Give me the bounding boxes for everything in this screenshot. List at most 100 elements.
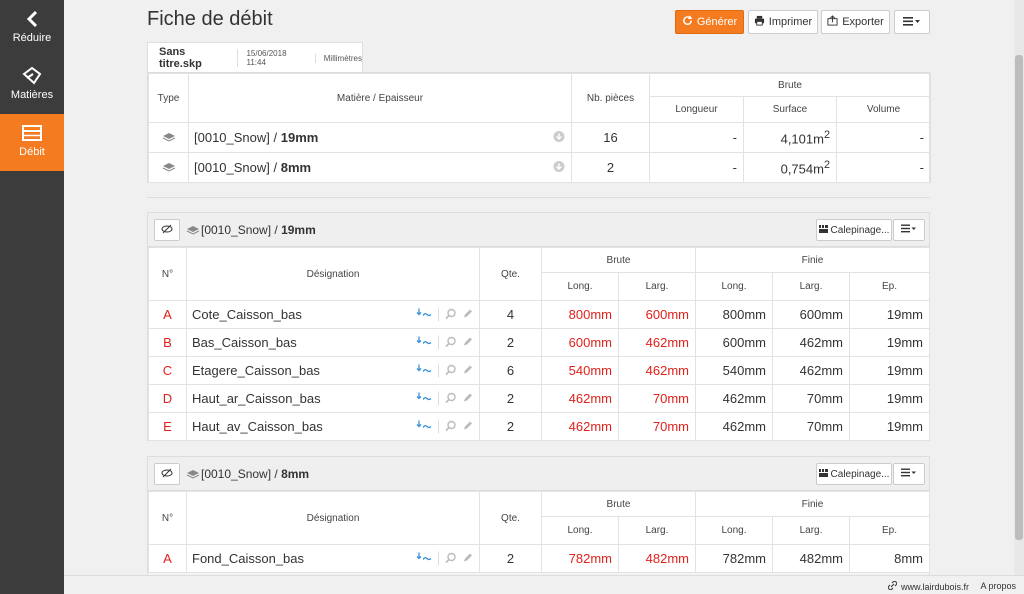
search-icon[interactable] bbox=[445, 335, 456, 350]
search-icon[interactable] bbox=[445, 363, 456, 378]
group-thickness: 19mm bbox=[281, 223, 316, 237]
row-id: A bbox=[148, 544, 187, 573]
hand-pointer-icon[interactable] bbox=[416, 307, 432, 322]
print-label: Imprimer bbox=[768, 16, 813, 28]
pencil-icon[interactable] bbox=[462, 391, 473, 406]
layer-icon bbox=[148, 122, 189, 153]
group-title: [0010_Snow] / bbox=[201, 223, 282, 237]
fin-larg-value: 462mm bbox=[772, 328, 850, 357]
fin-long-value: 462mm bbox=[695, 412, 773, 441]
col-raw: Brute bbox=[541, 491, 696, 517]
col-pieces: Nb. pièces bbox=[571, 73, 650, 123]
col-designation: Désignation bbox=[186, 491, 480, 545]
pencil-icon[interactable] bbox=[462, 419, 473, 434]
ep-value: 19mm bbox=[849, 384, 930, 413]
col-material: Matière / Epaisseur bbox=[188, 73, 572, 123]
search-icon[interactable] bbox=[445, 551, 456, 566]
part-name: Bas_Caisson_bas bbox=[192, 335, 297, 350]
footer: www.lairdubois.fr A propos bbox=[64, 575, 1024, 594]
website-link-text: www.lairdubois.fr bbox=[900, 581, 969, 592]
print-button[interactable]: Imprimer bbox=[748, 10, 818, 34]
part-name: Cote_Caisson_bas bbox=[192, 307, 302, 322]
page-title: Fiche de débit bbox=[147, 8, 273, 30]
col-ep: Ep. bbox=[849, 272, 930, 301]
search-icon[interactable] bbox=[445, 307, 456, 322]
raw-larg-value: 70mm bbox=[618, 384, 696, 413]
table-row[interactable]: C Etagere_Caisson_bas 6 540mm 462mm 540mm 462m… bbox=[148, 356, 930, 385]
table-row[interactable]: A Cote_Caisson_bas 4 800mm 600mm 800mm 600mm 19… bbox=[148, 300, 930, 329]
fin-larg-value: 70mm bbox=[772, 384, 850, 413]
group-header: [0010_Snow] / 19mm Calepinage... bbox=[148, 213, 929, 247]
scrollbar-thumb[interactable] bbox=[1015, 55, 1023, 540]
group-title: [0010_Snow] / bbox=[201, 467, 282, 481]
group-menu-button[interactable] bbox=[893, 463, 925, 485]
surface-unit-sup: 2 bbox=[823, 128, 830, 141]
raw-larg-value: 482mm bbox=[618, 544, 696, 573]
tab-file[interactable]: Sans titre.skp 15/06/2018 11:44 Millimèt… bbox=[147, 42, 363, 73]
qty-value: 4 bbox=[479, 300, 542, 329]
search-icon[interactable] bbox=[445, 391, 456, 406]
raw-long-value: 782mm bbox=[541, 544, 619, 573]
menu-button[interactable] bbox=[894, 10, 930, 34]
table-row[interactable]: A Fond_Caisson_bas 2 782mm 482mm 782mm 482mm 8m… bbox=[148, 544, 930, 573]
calepinage-label: Calepinage... bbox=[830, 224, 890, 236]
pencil-icon[interactable] bbox=[462, 307, 473, 322]
group-menu-button[interactable] bbox=[893, 219, 925, 241]
eye-slash-icon bbox=[161, 468, 173, 481]
arrow-down-circle-icon[interactable] bbox=[553, 160, 565, 175]
fin-long-value: 800mm bbox=[695, 300, 773, 329]
search-icon[interactable] bbox=[445, 419, 456, 434]
table-row[interactable]: E Haut_av_Caisson_bas 2 462mm 70mm 462mm 70mm 1… bbox=[148, 412, 930, 441]
sidebar-item-debit[interactable]: Débit bbox=[0, 114, 64, 171]
fin-long-value: 600mm bbox=[695, 328, 773, 357]
sidebar-item-matieres[interactable]: Matières bbox=[0, 57, 64, 114]
group-8mm: [0010_Snow] / 8mm Calepinage... N° Désig… bbox=[147, 456, 930, 575]
group-19mm: [0010_Snow] / 19mm Calepinage... N° Dési… bbox=[147, 212, 930, 441]
volume-value: - bbox=[835, 152, 932, 183]
hand-pointer-icon[interactable] bbox=[416, 419, 432, 434]
raw-long-value: 462mm bbox=[541, 412, 619, 441]
table-row[interactable]: [0010_Snow] / 8mm 2 - 0,754m2 - bbox=[148, 152, 932, 183]
pencil-icon[interactable] bbox=[462, 551, 473, 566]
col-qty: Qte. bbox=[479, 491, 542, 545]
length-value: - bbox=[649, 152, 744, 183]
toggle-visibility-button[interactable] bbox=[154, 463, 180, 485]
generate-button[interactable]: Générer bbox=[675, 10, 744, 34]
hand-pointer-icon[interactable] bbox=[416, 335, 432, 350]
toggle-visibility-button[interactable] bbox=[154, 219, 180, 241]
col-raw-long: Long. bbox=[541, 272, 619, 301]
hamburger-icon bbox=[901, 468, 917, 480]
export-button[interactable]: Exporter bbox=[821, 10, 890, 34]
arrow-down-circle-icon[interactable] bbox=[553, 130, 565, 145]
chevron-left-icon bbox=[0, 8, 64, 30]
hand-pointer-icon[interactable] bbox=[416, 551, 432, 566]
ep-value: 19mm bbox=[849, 328, 930, 357]
col-finished: Finie bbox=[695, 491, 930, 517]
table-row[interactable]: B Bas_Caisson_bas 2 600mm 462mm 600mm 462mm 19m… bbox=[148, 328, 930, 357]
layer-icon bbox=[148, 152, 189, 183]
calepinage-button[interactable]: Calepinage... bbox=[816, 463, 892, 485]
about-link[interactable]: A propos bbox=[980, 581, 1016, 591]
raw-long-value: 800mm bbox=[541, 300, 619, 329]
sidebar-item-reduire[interactable]: Réduire bbox=[0, 0, 64, 57]
pencil-icon[interactable] bbox=[462, 363, 473, 378]
pencil-icon[interactable] bbox=[462, 335, 473, 350]
export-label: Exporter bbox=[842, 16, 884, 28]
material-thickness: 19mm bbox=[280, 130, 319, 145]
table-row[interactable]: [0010_Snow] / 19mm 16 - 4,101m2 - bbox=[148, 122, 932, 153]
material-thickness: 8mm bbox=[280, 160, 312, 175]
website-link[interactable]: www.lairdubois.fr bbox=[887, 580, 969, 592]
hand-pointer-icon[interactable] bbox=[416, 363, 432, 378]
table-row[interactable]: D Haut_ar_Caisson_bas 2 462mm 70mm 462mm 70mm 1… bbox=[148, 384, 930, 413]
calepinage-button[interactable]: Calepinage... bbox=[816, 219, 892, 241]
hamburger-icon bbox=[901, 224, 917, 236]
vertical-scrollbar[interactable] bbox=[1014, 0, 1024, 575]
col-designation: Désignation bbox=[186, 247, 480, 301]
ep-value: 8mm bbox=[849, 544, 930, 573]
part-name: Haut_av_Caisson_bas bbox=[192, 419, 323, 434]
fin-larg-value: 482mm bbox=[772, 544, 850, 573]
surface-value: 0,754m bbox=[780, 161, 824, 177]
col-qty: Qte. bbox=[479, 247, 542, 301]
hand-pointer-icon[interactable] bbox=[416, 391, 432, 406]
fin-larg-value: 70mm bbox=[772, 412, 850, 441]
